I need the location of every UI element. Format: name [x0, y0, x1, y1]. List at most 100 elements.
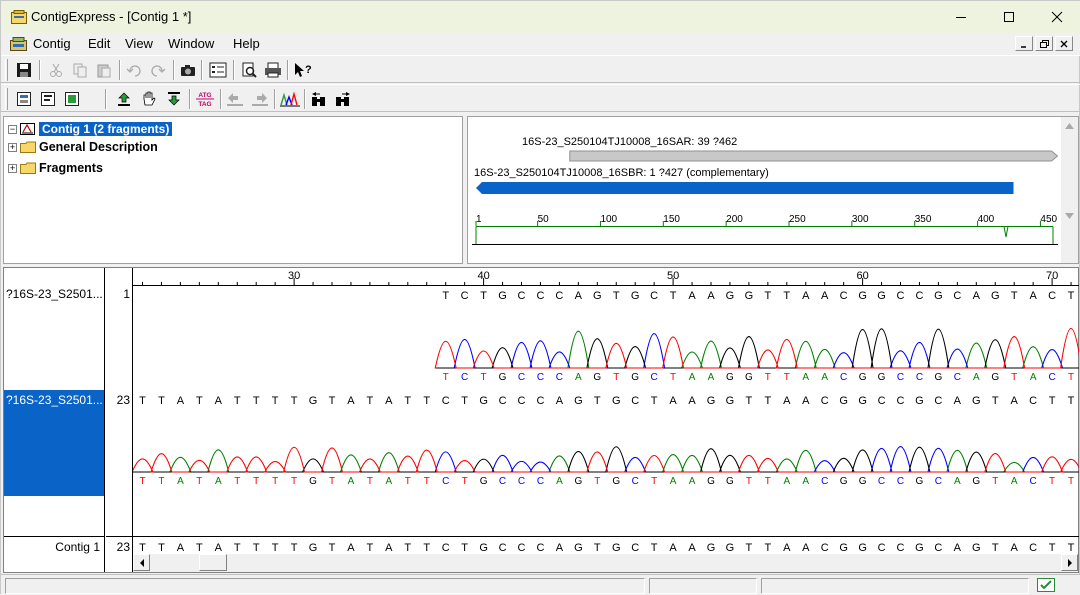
- base-letter[interactable]: C: [897, 395, 905, 407]
- base-letter[interactable]: T: [329, 476, 335, 487]
- selected-row-highlight[interactable]: ?16S-23_S2501...: [4, 390, 104, 496]
- tree-node-label[interactable]: Fragments: [39, 161, 103, 175]
- base-letter[interactable]: T: [746, 542, 753, 554]
- base-letter[interactable]: T: [196, 542, 203, 554]
- base-letter[interactable]: A: [973, 372, 980, 383]
- expand-icon[interactable]: +: [8, 163, 17, 173]
- base-letter[interactable]: C: [878, 542, 886, 554]
- base-letter[interactable]: G: [707, 476, 715, 487]
- base-letter[interactable]: G: [935, 372, 943, 383]
- base-letter[interactable]: G: [612, 395, 621, 407]
- base-letter[interactable]: T: [291, 395, 298, 407]
- base-letter[interactable]: T: [594, 476, 600, 487]
- base-letter[interactable]: T: [196, 395, 203, 407]
- menu-window[interactable]: Window: [168, 36, 214, 51]
- base-letter[interactable]: T: [461, 542, 468, 554]
- base-letter[interactable]: A: [802, 395, 810, 407]
- base-letter[interactable]: C: [897, 476, 904, 487]
- scroll-up-icon[interactable]: [1064, 122, 1075, 130]
- tree-node-general-description[interactable]: + General Description: [8, 138, 158, 156]
- base-letter[interactable]: T: [992, 476, 998, 487]
- tree-node-label[interactable]: General Description: [39, 140, 158, 154]
- base-letter[interactable]: G: [726, 372, 734, 383]
- base-letter[interactable]: T: [1049, 476, 1055, 487]
- base-letter[interactable]: T: [1068, 290, 1075, 302]
- scroll-thumb[interactable]: [199, 554, 227, 571]
- base-letter[interactable]: G: [574, 542, 583, 554]
- base-letter[interactable]: A: [177, 395, 185, 407]
- base-letter[interactable]: C: [1029, 395, 1037, 407]
- chromatogram-button[interactable]: [279, 88, 301, 110]
- overview-vertical-scrollbar[interactable]: [1061, 117, 1078, 263]
- base-letter[interactable]: A: [669, 395, 677, 407]
- base-letter[interactable]: G: [593, 290, 602, 302]
- base-letter[interactable]: A: [386, 476, 393, 487]
- base-letter[interactable]: G: [915, 542, 924, 554]
- base-letter[interactable]: G: [858, 290, 867, 302]
- base-letter[interactable]: G: [574, 476, 582, 487]
- base-letter[interactable]: T: [139, 542, 146, 554]
- base-letter[interactable]: A: [688, 542, 696, 554]
- toolbar-grip[interactable]: [5, 59, 8, 81]
- base-letter[interactable]: T: [405, 476, 411, 487]
- base-letter[interactable]: A: [688, 290, 696, 302]
- base-letter[interactable]: G: [878, 372, 886, 383]
- base-letter[interactable]: T: [651, 542, 658, 554]
- base-letter[interactable]: C: [953, 290, 961, 302]
- fragment-overview-map[interactable]: 16S-23_S250104TJ10008_16SAR: 39 ?462 16S…: [467, 116, 1079, 264]
- base-letter[interactable]: G: [972, 542, 981, 554]
- base-letter[interactable]: C: [1030, 476, 1037, 487]
- alignment-view[interactable]: ?16S-23_S2501... ?16S-23_S2501... Contig…: [3, 267, 1079, 573]
- base-letter[interactable]: C: [1048, 372, 1055, 383]
- base-letter[interactable]: A: [802, 476, 809, 487]
- mdi-minimize-button[interactable]: [1015, 36, 1033, 51]
- shift-left-button[interactable]: [224, 88, 246, 110]
- base-letter[interactable]: C: [934, 542, 942, 554]
- base-letter[interactable]: G: [859, 476, 867, 487]
- base-letter[interactable]: C: [442, 542, 450, 554]
- mdi-restore-button[interactable]: [1035, 36, 1053, 51]
- base-letter[interactable]: G: [972, 395, 981, 407]
- base-letter[interactable]: A: [556, 395, 564, 407]
- fragment1-bar[interactable]: [569, 150, 1059, 162]
- base-letter[interactable]: T: [272, 395, 279, 407]
- base-letter[interactable]: C: [499, 395, 507, 407]
- base-letter[interactable]: T: [651, 476, 657, 487]
- base-letter[interactable]: T: [234, 395, 241, 407]
- base-letter[interactable]: T: [1068, 542, 1075, 554]
- tree-node-contig-label[interactable]: Contig 1 (2 fragments): [39, 122, 173, 136]
- base-letter[interactable]: T: [367, 395, 374, 407]
- base-letter[interactable]: G: [916, 476, 924, 487]
- base-letter[interactable]: G: [972, 476, 980, 487]
- base-letter[interactable]: C: [878, 476, 885, 487]
- base-letter[interactable]: C: [631, 395, 639, 407]
- base-letter[interactable]: A: [215, 476, 222, 487]
- base-letter[interactable]: A: [783, 395, 791, 407]
- base-letter[interactable]: C: [632, 476, 639, 487]
- base-letter[interactable]: T: [480, 290, 487, 302]
- base-letter[interactable]: A: [821, 372, 828, 383]
- row-name-fragment2[interactable]: ?16S-23_S2501...: [6, 393, 103, 407]
- base-letter[interactable]: A: [689, 476, 696, 487]
- move-down-button[interactable]: [163, 88, 185, 110]
- base-letter[interactable]: G: [991, 290, 1000, 302]
- maximize-button[interactable]: [985, 1, 1033, 33]
- horizontal-scrollbar[interactable]: [133, 554, 1078, 572]
- base-letter[interactable]: A: [385, 542, 393, 554]
- base-letter[interactable]: C: [556, 372, 563, 383]
- base-letter[interactable]: C: [840, 290, 848, 302]
- base-letter[interactable]: T: [404, 542, 411, 554]
- tree-node-fragments[interactable]: + Fragments: [8, 159, 103, 177]
- base-letter[interactable]: C: [536, 290, 544, 302]
- base-letter[interactable]: T: [234, 542, 241, 554]
- base-letter[interactable]: G: [859, 372, 867, 383]
- camera-button[interactable]: [177, 59, 199, 81]
- base-letter[interactable]: T: [1068, 372, 1074, 383]
- base-letter[interactable]: A: [385, 395, 393, 407]
- base-letter[interactable]: C: [537, 372, 544, 383]
- base-letter[interactable]: C: [555, 290, 563, 302]
- base-letter[interactable]: A: [669, 542, 677, 554]
- menu-help[interactable]: Help: [233, 36, 260, 51]
- base-letter[interactable]: A: [821, 290, 829, 302]
- base-letter[interactable]: T: [613, 372, 619, 383]
